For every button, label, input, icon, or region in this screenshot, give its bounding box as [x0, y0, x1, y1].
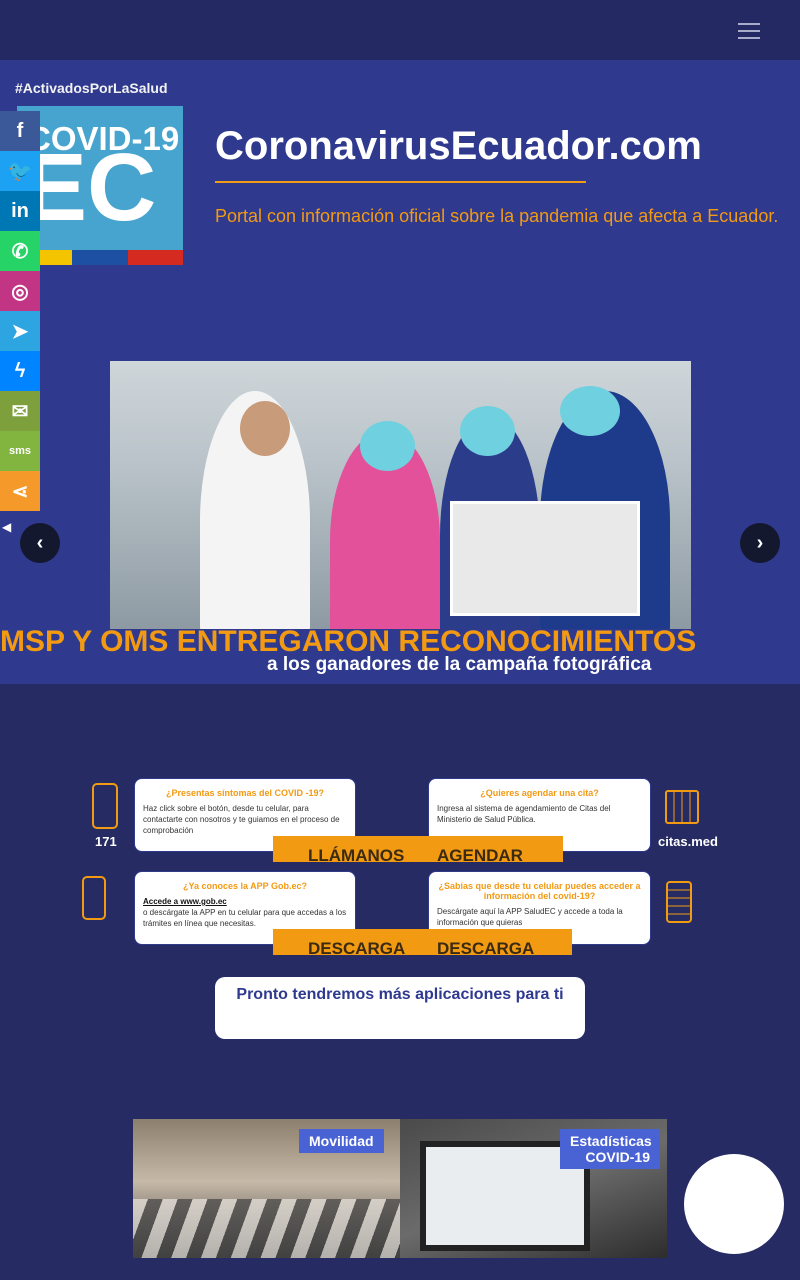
- phone-number-label: 171: [95, 834, 117, 849]
- saludec-card-body: Descárgate aquí la APP SaludEC y accede …: [437, 907, 623, 927]
- telegram-icon[interactable]: ➤: [0, 311, 40, 351]
- download-gob-button[interactable]: DESCARGA: [273, 929, 418, 955]
- movilidad-tile[interactable]: Movilidad: [133, 1119, 400, 1258]
- symptoms-card-body: Haz click sobre el botón, desde tu celul…: [143, 804, 340, 835]
- email-icon[interactable]: ✉: [0, 391, 40, 431]
- citas-label: citas.med: [658, 834, 718, 849]
- chevron-right-icon: ›: [756, 531, 764, 554]
- phone-icon: [92, 783, 118, 829]
- download-saludec-button[interactable]: DESCARGA: [408, 929, 572, 955]
- phone-keypad-icon: [666, 881, 692, 923]
- gob-link[interactable]: Accede a www.gob.ec: [143, 897, 227, 906]
- more-apps-notice[interactable]: Pronto tendremos más aplicaciones para t…: [215, 977, 585, 1039]
- share-icon[interactable]: ⋖: [0, 471, 40, 511]
- symptoms-card-title: ¿Presentas síntomas del COVID -19?: [165, 788, 325, 798]
- title-divider: [215, 181, 586, 183]
- gob-app-card-body: o descárgate la APP en tu celular para q…: [143, 908, 347, 928]
- social-share-bar: f 🐦 in ✆ ◎ ➤ ϟ ✉ sms ⋖: [0, 111, 40, 511]
- tap-phone-icon: [82, 876, 106, 920]
- site-title[interactable]: CoronavirusEcuador.com: [215, 124, 702, 169]
- hide-share-bar-icon[interactable]: ◀: [2, 520, 11, 534]
- slider-image[interactable]: [110, 361, 691, 629]
- covid-ec-logo[interactable]: COVID-19 EC: [17, 106, 183, 250]
- hamburger-menu-icon[interactable]: [738, 23, 760, 41]
- gob-app-card-title: ¿Ya conoces la APP Gob.ec?: [182, 881, 308, 891]
- estadisticas-tile[interactable]: Estadísticas COVID-19: [400, 1119, 667, 1258]
- call-button[interactable]: LLÁMANOS: [273, 836, 418, 862]
- schedule-button[interactable]: AGENDAR: [408, 836, 563, 862]
- calendar-icon: [665, 790, 699, 824]
- slide-caption-subtitle: a los ganadores de la campaña fotográfic…: [267, 654, 652, 675]
- slider-next-button[interactable]: ›: [740, 523, 780, 563]
- linkedin-icon[interactable]: in: [0, 191, 40, 231]
- whatsapp-icon[interactable]: ✆: [0, 231, 40, 271]
- estadisticas-label: Estadísticas COVID-19: [560, 1129, 660, 1169]
- slider-prev-button[interactable]: ‹: [20, 523, 60, 563]
- top-navbar: [0, 0, 800, 60]
- movilidad-label: Movilidad: [299, 1129, 384, 1153]
- twitter-icon[interactable]: 🐦: [0, 151, 40, 191]
- hashtag-text: #ActivadosPorLaSalud: [15, 80, 168, 96]
- facebook-icon[interactable]: f: [0, 111, 40, 151]
- messenger-icon[interactable]: ϟ: [0, 351, 40, 391]
- appointment-card-body: Ingresa al sistema de agendamiento de Ci…: [437, 804, 611, 824]
- ecuador-flag-stripe: [17, 250, 183, 265]
- hero-section: #ActivadosPorLaSalud COVID-19 EC Coronav…: [0, 60, 800, 684]
- site-description: Portal con información oficial sobre la …: [215, 206, 779, 226]
- instagram-icon[interactable]: ◎: [0, 271, 40, 311]
- sms-icon[interactable]: sms: [0, 431, 40, 471]
- chevron-left-icon: ‹: [36, 531, 44, 554]
- appointment-card-title: ¿Quieres agendar una cita?: [480, 788, 599, 798]
- saludec-card-title: ¿Sabías que desde tu celular puedes acce…: [438, 881, 641, 901]
- logo-line2: EC: [23, 134, 157, 241]
- chat-widget-button[interactable]: [684, 1154, 784, 1254]
